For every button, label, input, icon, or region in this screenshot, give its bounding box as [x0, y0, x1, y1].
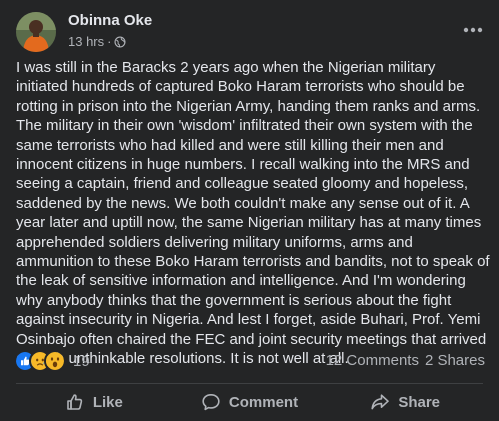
profile-photo-icon [16, 12, 56, 52]
share-icon [371, 394, 390, 410]
wow-reaction-icon [46, 352, 64, 370]
post-actions: Like Comment Share [16, 386, 483, 418]
post-text: I was still in the Baracks 2 years ago w… [16, 59, 490, 368]
meta-separator: · [107, 34, 112, 49]
avatar[interactable] [16, 12, 56, 52]
share-button[interactable]: Share [327, 386, 483, 418]
more-horizontal-icon [463, 27, 483, 33]
author-name[interactable]: Obinna Oke [68, 12, 152, 29]
like-button[interactable]: Like [16, 386, 172, 418]
share-label: Share [398, 393, 441, 411]
shares-count[interactable]: 2 Shares [425, 352, 485, 369]
comment-label: Comment [228, 393, 299, 411]
post-timestamp[interactable]: 13 hrs [68, 34, 104, 49]
post-options-button[interactable] [461, 20, 485, 40]
comment-button[interactable]: Comment [172, 386, 328, 418]
post-meta: 13 hrs · [68, 34, 126, 49]
divider [16, 383, 483, 384]
post-stats: 12 Comments 2 Shares [326, 352, 485, 369]
reaction-count: 19 [73, 352, 90, 370]
like-icon [67, 394, 83, 410]
comments-count[interactable]: 12 Comments [326, 352, 419, 369]
reaction-icons [16, 352, 64, 370]
post-card: Obinna Oke 13 hrs · I was still in the B… [0, 0, 499, 421]
like-label: Like [92, 393, 123, 411]
globe-icon[interactable] [114, 35, 126, 48]
reactions-summary[interactable]: 19 [16, 350, 90, 372]
comment-icon [202, 394, 220, 411]
